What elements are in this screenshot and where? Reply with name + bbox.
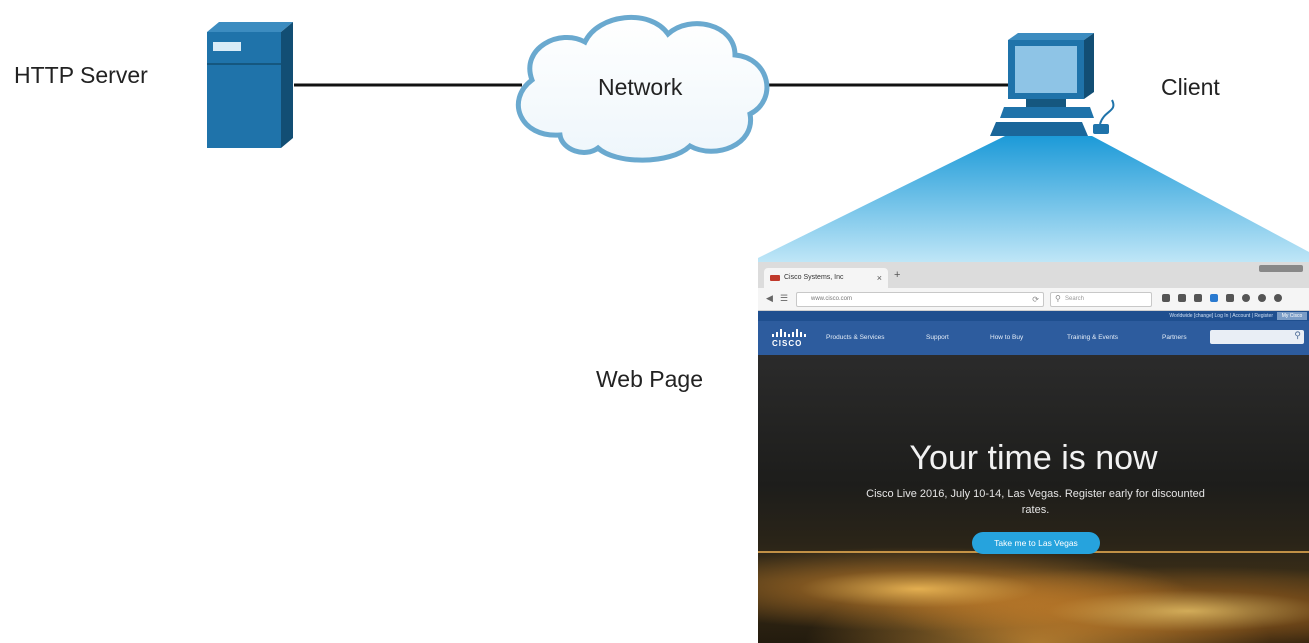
cisco-logo-text: CISCO [772, 339, 803, 348]
favicon-icon [770, 275, 780, 281]
back-icon[interactable]: ◀ [766, 293, 773, 304]
menu-icon[interactable]: ☰ [780, 293, 788, 304]
window-controls[interactable] [1259, 265, 1303, 272]
home-icon[interactable] [1226, 294, 1234, 302]
take-me-to-las-vegas-button[interactable]: Take me to Las Vegas [972, 532, 1100, 554]
utility-links[interactable]: Worldwide [change] Log In | Account | Re… [1169, 311, 1273, 321]
site-search-input[interactable]: ⚲ [1210, 330, 1304, 344]
client-computer-icon [990, 33, 1115, 136]
hero-banner: Your time is now Cisco Live 2016, July 1… [758, 355, 1309, 643]
nav-support[interactable]: Support [926, 321, 949, 355]
nav-how-to-buy[interactable]: How to Buy [990, 321, 1023, 355]
web-page-label: Web Page [596, 366, 703, 392]
address-bar[interactable]: www.cisco.com ⟳ [796, 292, 1044, 307]
cisco-logo[interactable]: CISCO [770, 327, 810, 349]
client-label: Client [1161, 74, 1220, 100]
server-icon [207, 22, 293, 148]
projection-beam [758, 136, 1309, 262]
browser-toolbar: ◀ ☰ www.cisco.com ⟳ ⚲ Search [758, 288, 1309, 311]
web-page-screenshot: Cisco Systems, Inc × + ◀ ☰ www.cisco.com… [758, 262, 1309, 643]
city-lights-background [758, 545, 1309, 643]
search-placeholder: Search [1065, 296, 1085, 302]
download-icon[interactable] [1210, 294, 1218, 302]
chat-icon[interactable] [1242, 294, 1250, 302]
clipboard-icon[interactable] [1178, 294, 1186, 302]
search-icon: ⚲ [1055, 294, 1061, 303]
bookmark-star-icon[interactable] [1162, 294, 1170, 302]
browser-search-input[interactable]: ⚲ Search [1050, 292, 1152, 307]
emoji-icon[interactable] [1258, 294, 1266, 302]
hero-title: Your time is now [909, 439, 1158, 477]
browser-tab-bar: Cisco Systems, Inc × + [758, 262, 1309, 288]
server-label: HTTP Server [14, 62, 148, 88]
reload-icon[interactable]: ⟳ [1032, 293, 1039, 306]
cisco-logo-bars-icon [770, 327, 810, 337]
url-text: www.cisco.com [811, 296, 853, 302]
browser-tab[interactable]: Cisco Systems, Inc × [764, 268, 888, 288]
tab-title: Cisco Systems, Inc [784, 274, 844, 281]
network-label: Network [598, 74, 683, 100]
settings-icon[interactable] [1274, 294, 1282, 302]
site-utility-bar: Worldwide [change] Log In | Account | Re… [758, 311, 1309, 321]
site-search-icon[interactable]: ⚲ [1294, 330, 1301, 341]
site-nav-bar: CISCO Products & Services Support How to… [758, 321, 1309, 355]
nav-partners[interactable]: Partners [1162, 321, 1187, 355]
new-tab-icon[interactable]: + [894, 269, 900, 281]
nav-training-events[interactable]: Training & Events [1067, 321, 1118, 355]
nav-products-services[interactable]: Products & Services [826, 321, 885, 355]
hero-subtitle: Cisco Live 2016, July 10-14, Las Vegas. … [866, 488, 1205, 516]
tab-close-icon[interactable]: × [877, 268, 882, 288]
pocket-icon[interactable] [1194, 294, 1202, 302]
my-cisco-button[interactable]: My Cisco [1277, 312, 1307, 320]
